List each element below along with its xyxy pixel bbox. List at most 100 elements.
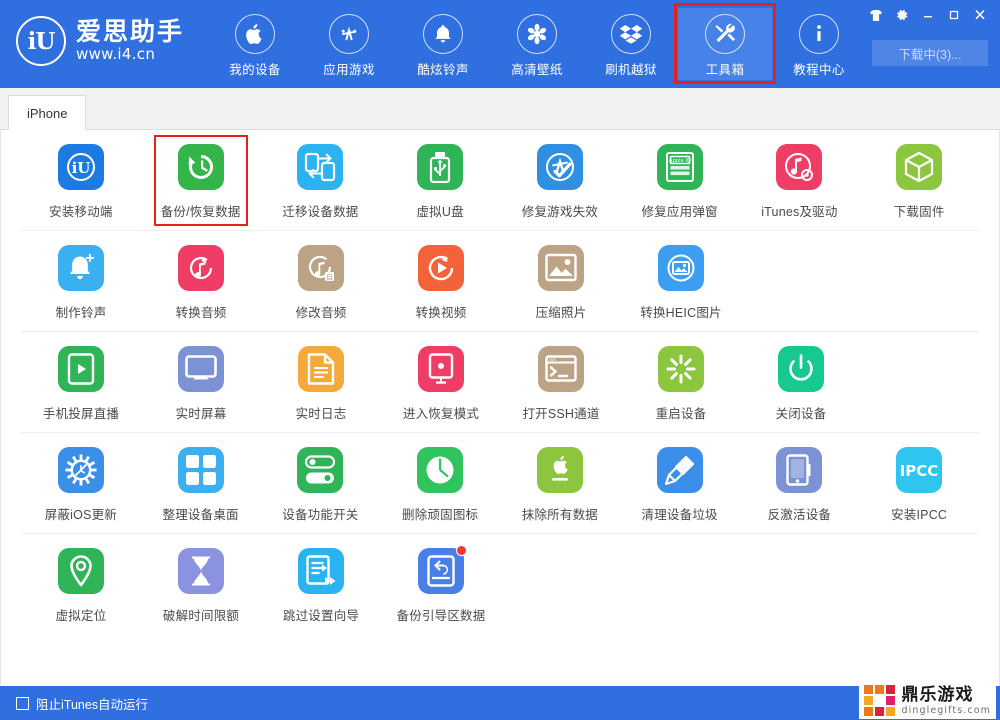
- tool-label: 手机投屏直播: [42, 407, 120, 421]
- transfer-device-icon: [297, 144, 344, 190]
- block-itunes-option[interactable]: 阻止iTunes自动运行: [16, 694, 148, 713]
- block-ios-update-icon: [57, 447, 104, 493]
- tool-convert-video[interactable]: 转换视频: [381, 245, 501, 321]
- tool-delete-stuck[interactable]: 删除顽固图标: [380, 447, 500, 523]
- live-log-icon: [298, 346, 344, 392]
- nav-item-1[interactable]: 我的设备: [208, 8, 302, 80]
- toolbox-grid: iU 安装移动端 备份/恢复数据 迁移设备数据 虚拟U盘 修复游戏失效 Apple ID 修复…: [0, 130, 1000, 686]
- appstore-icon: [329, 14, 370, 54]
- info-icon: [799, 14, 840, 54]
- close-icon[interactable]: [968, 4, 992, 26]
- skip-setup-icon: [298, 548, 344, 594]
- tool-label: 制作铃声: [55, 306, 107, 320]
- tool-backup-boot[interactable]: 备份引导区数据: [381, 545, 501, 624]
- tool-usb-drive[interactable]: 虚拟U盘: [380, 144, 500, 220]
- nav-item-label: 工具箱: [705, 63, 745, 77]
- svg-text:SSH: SSH: [549, 358, 556, 362]
- tool-label: 整理设备桌面: [162, 508, 239, 522]
- tab-iphone[interactable]: iPhone: [8, 95, 87, 130]
- maximize-icon[interactable]: [942, 4, 966, 26]
- tool-backup-restore[interactable]: 备份/恢复数据: [141, 135, 261, 226]
- nav-item-label: 刷机越狱: [605, 63, 657, 77]
- watermark-square: [886, 685, 896, 694]
- watermark-squares: [864, 685, 896, 716]
- tool-label: 安装IPCC: [891, 508, 948, 522]
- erase-all-icon: [536, 447, 583, 493]
- brand-title: 爱思助手: [76, 17, 185, 46]
- watermark-title: 鼎乐游戏: [901, 684, 974, 704]
- tool-make-ringtone[interactable]: 制作铃声: [21, 245, 141, 321]
- tool-skip-setup[interactable]: 跳过设置向导: [261, 548, 381, 624]
- tool-install-ipcc[interactable]: IPCC 安装IPCC: [859, 447, 979, 523]
- tool-convert-heic[interactable]: 转换HEIC图片: [621, 245, 741, 321]
- live-screen-icon: [178, 346, 224, 392]
- tool-clean-junk[interactable]: 清理设备垃圾: [620, 447, 740, 523]
- nav-item-label: 高清壁纸: [511, 63, 563, 77]
- brand-url: www.i4.cn: [76, 44, 156, 63]
- main-nav: 我的设备 应用游戏 酷炫铃声 高清壁纸 刷机越狱 工具箱 教程中心: [208, 3, 866, 84]
- tool-label: 重启设备: [655, 407, 707, 421]
- block-itunes-checkbox[interactable]: [16, 696, 29, 710]
- tool-fix-game[interactable]: 修复游戏失效: [500, 144, 620, 220]
- tool-label: 虚拟U盘: [416, 205, 464, 219]
- tool-label: iTunes及驱动: [761, 205, 838, 219]
- tool-organize-desktop[interactable]: 整理设备桌面: [141, 447, 261, 523]
- edit-audio-icon: 自: [298, 245, 344, 291]
- notification-badge: [456, 545, 467, 556]
- tool-convert-audio[interactable]: 转换音频: [141, 245, 261, 321]
- tool-ssh-tunnel[interactable]: SSH 打开SSH通道: [501, 346, 621, 422]
- device-switch-icon: [297, 447, 344, 493]
- status-bar: 阻止iTunes自动运行 意见反馈 微信 鼎乐游戏 dinglegifts.co…: [0, 682, 1000, 720]
- svg-text:Apple ID: Apple ID: [669, 158, 691, 164]
- tool-label: 转换视频: [415, 306, 467, 320]
- nav-item-7[interactable]: 教程中心: [772, 8, 866, 80]
- tool-deactivate-device[interactable]: 反激活设备: [740, 447, 860, 523]
- watermark-square: [886, 707, 896, 716]
- nav-item-5[interactable]: 刷机越狱: [584, 8, 678, 80]
- tool-block-ios-update[interactable]: 屏蔽iOS更新: [21, 447, 141, 523]
- skin-icon[interactable]: [864, 4, 888, 26]
- tool-row: 虚拟定位 破解时间限额 跳过设置向导 备份引导区数据: [21, 534, 979, 634]
- tool-restart-device[interactable]: 重启设备: [621, 346, 741, 422]
- nav-item-2[interactable]: 应用游戏: [302, 8, 396, 80]
- tool-row: iU 安装移动端 备份/恢复数据 迁移设备数据 虚拟U盘 修复游戏失效 Apple ID 修复…: [21, 130, 979, 231]
- tool-appleid-popup[interactable]: Apple ID 修复应用弹窗: [620, 144, 740, 220]
- tool-label: 进入恢复模式: [402, 407, 480, 421]
- svg-text:iU: iU: [71, 159, 90, 177]
- backup-boot-icon: [418, 545, 467, 594]
- tool-itunes-driver[interactable]: iTunes及驱动: [740, 144, 860, 220]
- tool-label: 转换HEIC图片: [640, 306, 722, 320]
- tool-label: 跳过设置向导: [282, 609, 360, 623]
- watermark-square: [875, 696, 885, 705]
- app-window: iU 爱思助手 www.i4.cn 我的设备 应用游戏 酷炫铃声 高清壁纸 刷机越狱 工具…: [0, 0, 1000, 720]
- tool-screen-cast[interactable]: 手机投屏直播: [21, 346, 141, 422]
- tool-label: 屏蔽iOS更新: [44, 508, 117, 522]
- tool-transfer-device[interactable]: 迁移设备数据: [261, 144, 381, 220]
- tool-shutdown-device[interactable]: 关闭设备: [741, 346, 861, 422]
- tool-live-log[interactable]: 实时日志: [261, 346, 381, 422]
- tool-virtual-location[interactable]: 虚拟定位: [21, 548, 141, 624]
- tool-row: 手机投屏直播 实时屏幕 实时日志 进入恢复模式 SSH 打开SSH通道 重启设备 关闭设备: [21, 332, 979, 433]
- tool-live-screen[interactable]: 实时屏幕: [141, 346, 261, 422]
- tool-recovery-mode[interactable]: 进入恢复模式: [381, 346, 501, 422]
- tool-firmware-box[interactable]: 下载固件: [859, 144, 979, 220]
- nav-item-3[interactable]: 酷炫铃声: [396, 8, 490, 80]
- nav-item-6[interactable]: 工具箱: [674, 3, 777, 84]
- download-status-button[interactable]: 下载中(3)...: [872, 40, 988, 66]
- crack-screentime-icon: [178, 548, 224, 594]
- nav-item-4[interactable]: 高清壁纸: [490, 8, 584, 80]
- tool-i4-app[interactable]: iU 安装移动端: [21, 144, 141, 220]
- tool-label: 压缩照片: [535, 306, 587, 320]
- tool-compress-photo[interactable]: 压缩照片: [501, 245, 621, 321]
- tool-erase-all[interactable]: 抹除所有数据: [500, 447, 620, 523]
- tool-crack-screentime[interactable]: 破解时间限额: [141, 548, 261, 624]
- svg-text:自: 自: [326, 272, 333, 281]
- gear-icon[interactable]: [890, 4, 914, 26]
- clean-junk-icon: [656, 447, 703, 493]
- tool-device-switch[interactable]: 设备功能开关: [261, 447, 381, 523]
- screen-cast-icon: [58, 346, 104, 392]
- minimize-icon[interactable]: [916, 4, 940, 26]
- svg-text:IPCC: IPCC: [900, 462, 939, 480]
- watermark-square: [875, 707, 885, 716]
- tool-edit-audio[interactable]: 自修改音频: [261, 245, 381, 321]
